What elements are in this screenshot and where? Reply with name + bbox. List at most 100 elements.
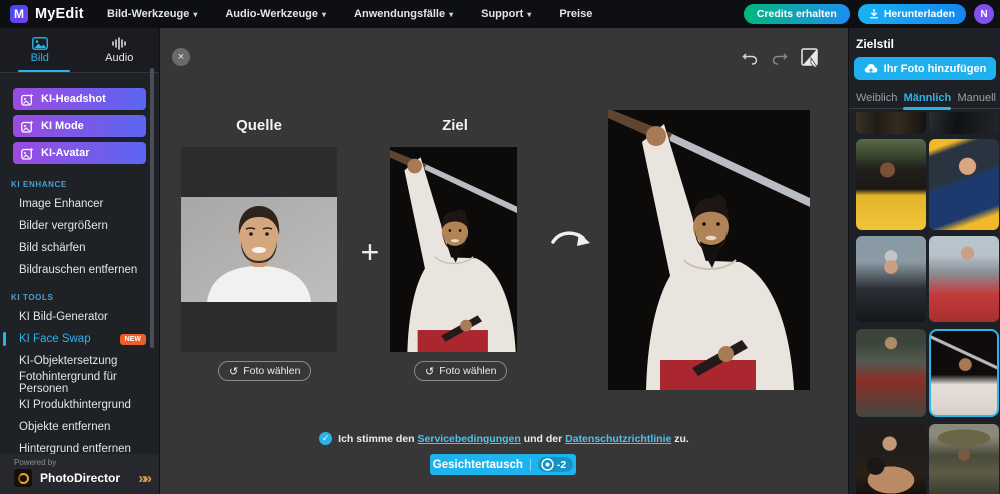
sidebar-item-upscale[interactable]: Bilder vergrößern — [0, 215, 159, 237]
app-logo[interactable]: M MyEdit — [0, 5, 107, 23]
active-style-tab-underline — [903, 107, 951, 110]
undo-icon — [742, 53, 758, 65]
style-tabs: Weiblich Männlich Manuell — [849, 88, 1000, 109]
redo-button[interactable] — [770, 48, 790, 68]
reset-icon: ↺ — [425, 365, 435, 378]
target-label: Ziel — [442, 117, 468, 134]
photodirector-link[interactable]: PhotoDirector »» — [14, 469, 152, 487]
powered-by-bar: Powered by PhotoDirector »» — [0, 454, 159, 494]
plus-separator: + — [360, 234, 380, 270]
section-label-ki-enhance: KI ENHANCE — [11, 180, 67, 189]
myedit-logo-icon: M — [10, 5, 28, 23]
terms-checkbox[interactable]: ✓ — [319, 432, 333, 445]
chevron-down-icon: ▾ — [322, 9, 327, 19]
sidebar-item-denoise[interactable]: Bildrauschen entfernen — [0, 259, 159, 281]
menu-item-use-cases[interactable]: Anwendungsfälle ▾ — [354, 8, 453, 20]
choose-target-photo-button[interactable]: ↺ Foto wählen — [414, 361, 508, 381]
sidebar-item-image-enhancer[interactable]: Image Enhancer — [0, 193, 159, 215]
sidebar-item-remove-objects[interactable]: Objekte entfernen — [0, 416, 159, 438]
style-thumbnail[interactable] — [929, 236, 999, 322]
media-tabs: Bild Audio — [0, 28, 159, 73]
user-avatar[interactable]: N — [974, 4, 994, 24]
menu-item-image-tools[interactable]: Bild-Werkzeuge ▾ — [107, 8, 197, 20]
audio-waveform-icon — [112, 36, 126, 50]
compare-button[interactable] — [800, 48, 820, 68]
style-thumbnail[interactable] — [929, 139, 999, 230]
photo-sparkle-icon — [21, 93, 34, 106]
tab-female[interactable]: Weiblich — [856, 92, 897, 104]
target-style-panel: Zielstil Ihr Foto hinzufügen Weiblich Mä… — [848, 28, 1000, 494]
style-thumbnail[interactable] — [856, 112, 926, 134]
download-button[interactable]: Herunterladen — [857, 4, 966, 24]
powered-by-label: Powered by — [14, 458, 57, 467]
result-photo — [608, 110, 810, 390]
terms-of-service-link[interactable]: Servicebedingungen — [418, 433, 521, 445]
photo-sparkle-icon — [21, 147, 34, 160]
tab-image[interactable]: Bild — [0, 28, 80, 72]
active-tab-underline — [18, 70, 70, 72]
face-swap-workspace: × Quelle Ziel + ↺ Foto wählen ↺ Foto wäh… — [160, 28, 848, 494]
privacy-policy-link[interactable]: Datenschutzrichtlinie — [565, 433, 671, 445]
style-thumbnail[interactable] — [856, 236, 926, 322]
compare-icon — [801, 48, 818, 68]
chevrons-right-icon: »» — [138, 469, 152, 487]
terms-text: Ich stimme den Servicebedingungen und de… — [338, 432, 689, 445]
photodirector-icon — [14, 469, 32, 487]
result-arrow-icon — [551, 231, 590, 246]
sidebar-item-face-swap[interactable]: KI Face Swap NEW — [0, 328, 159, 350]
ki-headshot-button[interactable]: KI-Headshot — [13, 88, 146, 110]
close-button[interactable]: × — [172, 48, 190, 66]
sidebar-item-image-generator[interactable]: KI Bild-Generator — [0, 306, 159, 328]
ki-avatar-button[interactable]: KI-Avatar — [13, 142, 146, 164]
style-thumbnail[interactable] — [929, 112, 999, 134]
style-thumbnail[interactable] — [856, 329, 926, 417]
target-photo[interactable] — [390, 147, 517, 352]
get-credits-button[interactable]: Credits erhalten — [743, 4, 850, 24]
source-photo — [181, 197, 337, 302]
tab-manual[interactable]: Manuell — [957, 92, 996, 104]
style-thumbnail[interactable] — [929, 424, 999, 494]
style-thumbnail-selected[interactable] — [929, 329, 999, 417]
redo-icon — [772, 53, 788, 65]
tab-audio[interactable]: Audio — [80, 28, 160, 72]
tab-male[interactable]: Männlich — [904, 92, 952, 104]
active-item-bar — [3, 332, 6, 346]
photo-sparkle-icon — [21, 120, 34, 133]
cloud-upload-icon — [864, 64, 877, 74]
upload-photo-button[interactable]: Ihr Foto hinzufügen — [854, 57, 996, 80]
left-sidebar: Bild Audio KI-Headshot KI Mode KI-Avatar… — [0, 28, 160, 494]
chevron-down-icon: ▾ — [527, 9, 532, 19]
sidebar-item-photo-background[interactable]: Fotohintergrund für Personen — [0, 371, 159, 395]
app-title: MyEdit — [35, 6, 84, 22]
face-swap-submit-button[interactable]: Gesichtertausch -2 — [430, 454, 576, 475]
top-navbar: M MyEdit Bild-Werkzeuge ▾ Audio-Werkzeug… — [0, 0, 1000, 28]
credit-cost-pill: -2 — [537, 457, 574, 472]
sidebar-scrollbar[interactable] — [150, 68, 154, 348]
chevron-down-icon: ▾ — [193, 9, 198, 19]
style-thumbnail[interactable] — [856, 139, 926, 230]
new-badge: NEW — [119, 333, 146, 345]
panel-title: Zielstil — [856, 37, 895, 51]
reset-icon: ↺ — [229, 365, 239, 378]
sidebar-item-sharpen[interactable]: Bild schärfen — [0, 237, 159, 259]
undo-button[interactable] — [740, 48, 760, 68]
section-label-ki-tools: KI Tools — [11, 293, 54, 302]
menu-item-audio-tools[interactable]: Audio-Werkzeuge ▾ — [225, 8, 326, 20]
download-icon — [869, 9, 878, 19]
menu-item-support[interactable]: Support ▾ — [481, 8, 531, 20]
credit-cost: -2 — [556, 458, 567, 471]
menu-item-pricing[interactable]: Preise — [559, 8, 592, 20]
choose-source-photo-button[interactable]: ↺ Foto wählen — [218, 361, 312, 381]
source-photo-panel[interactable] — [181, 147, 337, 352]
image-icon — [31, 36, 48, 50]
source-label: Quelle — [236, 117, 282, 134]
sidebar-item-object-replace[interactable]: KI-Objektersetzung — [0, 350, 159, 372]
terms-row: ✓ Ich stimme den Servicebedingungen und … — [160, 432, 848, 445]
ki-mode-button[interactable]: KI Mode — [13, 115, 146, 137]
style-thumbnail[interactable] — [856, 424, 926, 494]
ai-feature-buttons: KI-Headshot KI Mode KI-Avatar — [0, 73, 159, 168]
chevron-down-icon: ▾ — [449, 9, 454, 19]
credit-coin-icon — [541, 458, 554, 471]
main-menu: Bild-Werkzeuge ▾ Audio-Werkzeuge ▾ Anwen… — [107, 8, 592, 20]
sidebar-item-product-background[interactable]: KI Produkthintergrund — [0, 394, 159, 416]
